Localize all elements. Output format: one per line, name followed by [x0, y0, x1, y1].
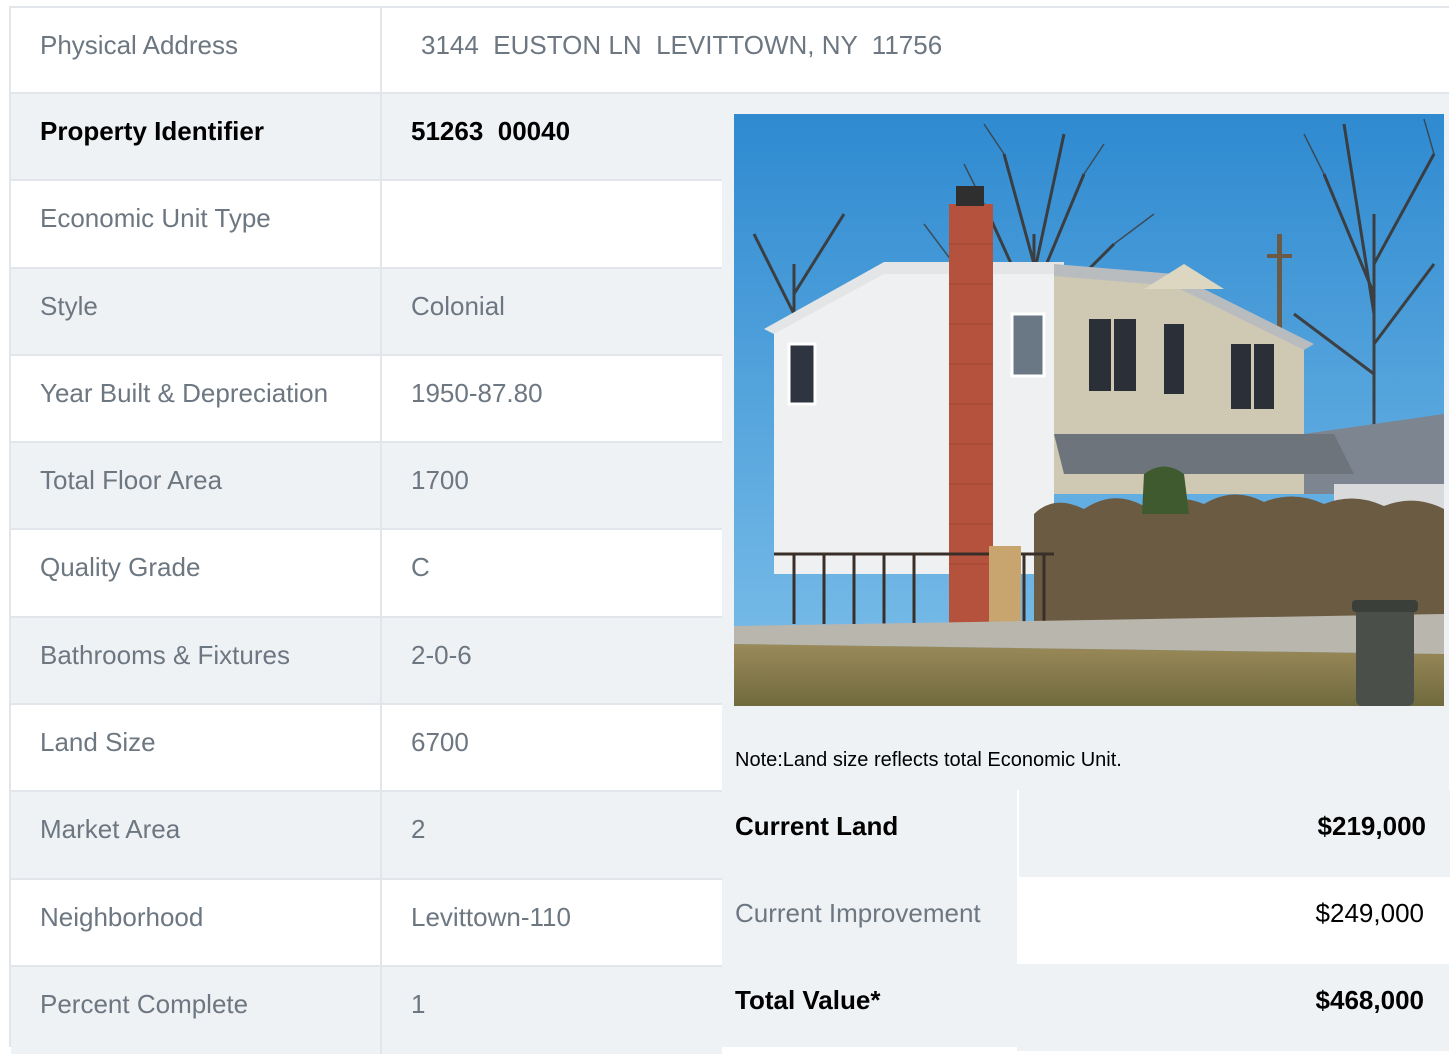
value-label: Current Improvement	[735, 898, 981, 928]
column-divider	[380, 94, 382, 180]
detail-label: Neighborhood	[40, 901, 204, 932]
column-divider	[380, 705, 382, 791]
column-divider	[380, 8, 382, 94]
detail-label: Market Area	[40, 814, 181, 845]
column-divider	[380, 530, 382, 616]
detail-label: Property Identifier	[40, 116, 264, 146]
detail-row-land-size: Land Size 6700	[11, 705, 722, 793]
detail-value: 51263 00040	[411, 116, 571, 146]
property-photo-and-values-panel: Note:Land size reflects total Economic U…	[722, 94, 1450, 1051]
detail-value: 1	[411, 988, 426, 1019]
value-label: Current Land	[735, 811, 899, 841]
column-divider	[380, 966, 382, 1054]
column-divider	[380, 355, 382, 442]
detail-value: C	[411, 552, 430, 583]
value-amount: $468,000	[1315, 985, 1424, 1015]
physical-address-label: Physical Address	[40, 30, 238, 60]
detail-row-bathrooms: Bathrooms & Fixtures 2-0-6	[11, 617, 722, 706]
detail-label: Economic Unit Type	[40, 203, 271, 234]
detail-value: 1700	[411, 465, 469, 496]
value-row-total-value: Total Value* $468,000	[722, 964, 1449, 1051]
detail-label: Percent Complete	[40, 988, 249, 1019]
physical-address-value: 3144 EUSTON LN LEVITTOWN, NY 11756	[421, 30, 943, 60]
land-size-note: Note:Land size reflects total Economic U…	[735, 749, 1122, 771]
value-cell: $219,000	[1017, 790, 1450, 877]
detail-value: 2	[411, 814, 426, 845]
column-divider	[380, 879, 382, 965]
detail-row-total-floor-area: Total Floor Area 1700	[11, 443, 722, 531]
column-divider	[380, 443, 382, 529]
detail-row-market-area: Market Area 2	[11, 792, 722, 880]
detail-label: Style	[40, 290, 98, 321]
physical-address-row: Physical Address 3144 EUSTON LN LEVITTOW…	[11, 8, 1449, 94]
column-divider	[380, 792, 382, 878]
detail-value: 6700	[411, 727, 469, 758]
value-row-current-improvement: Current Improvement $249,000	[722, 877, 1449, 964]
value-label: Total Value*	[735, 985, 881, 1015]
value-cell: $249,000	[1017, 877, 1449, 964]
detail-label: Bathrooms & Fixtures	[40, 639, 290, 670]
column-divider	[380, 181, 382, 267]
detail-label: Land Size	[40, 727, 156, 758]
detail-value: 2-0-6	[411, 639, 472, 670]
detail-row-property-identifier: Property Identifier 51263 00040	[11, 94, 722, 182]
detail-label: Year Built & Depreciation	[40, 377, 329, 408]
detail-value: Colonial	[411, 290, 505, 321]
detail-row-economic-unit-type: Economic Unit Type	[11, 181, 722, 269]
detail-value: Levittown-110	[411, 901, 571, 932]
property-photo	[734, 114, 1444, 706]
detail-row-style: Style Colonial	[11, 268, 722, 356]
detail-row-quality-grade: Quality Grade C	[11, 530, 722, 618]
detail-label: Quality Grade	[40, 552, 201, 583]
value-amount: $249,000	[1315, 898, 1424, 928]
value-cell: $468,000	[1017, 964, 1449, 1051]
detail-row-year-built: Year Built & Depreciation 1950-87.80	[11, 355, 722, 444]
detail-value: 1950-87.80	[411, 377, 543, 408]
column-divider	[380, 268, 382, 354]
value-row-current-land: Current Land $219,000	[722, 790, 1450, 877]
value-amount: $219,000	[1317, 811, 1426, 841]
detail-row-neighborhood: Neighborhood Levittown-110	[11, 879, 722, 967]
detail-row-percent-complete: Percent Complete 1	[11, 966, 722, 1054]
column-divider	[380, 617, 382, 704]
property-details-table: Property Identifier 51263 00040 Economic…	[11, 94, 722, 1054]
detail-label: Total Floor Area	[40, 465, 223, 496]
